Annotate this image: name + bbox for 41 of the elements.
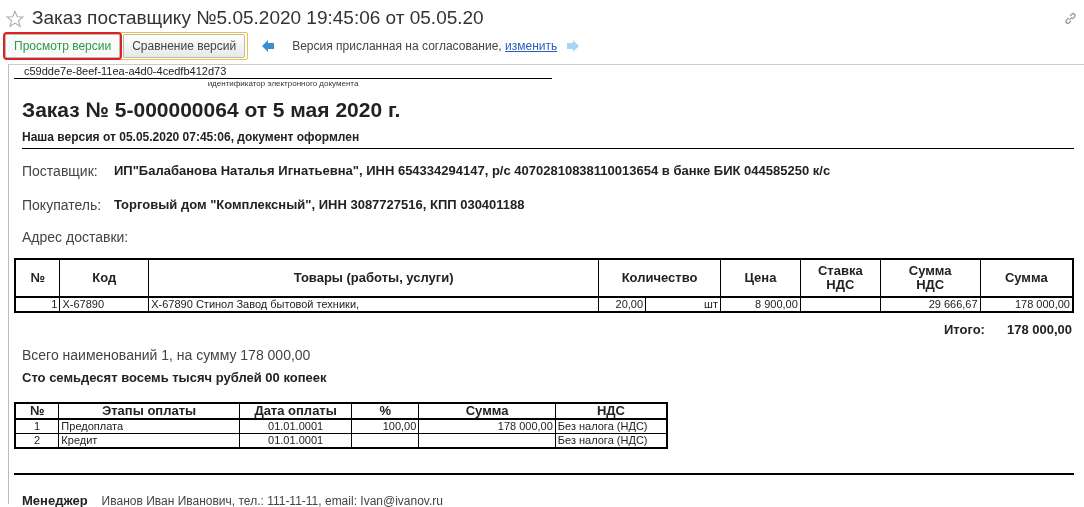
- star-icon[interactable]: [6, 9, 24, 28]
- column-header: Дата оплаты: [239, 402, 352, 419]
- manager-info: Иванов Иван Иванович, тел.: 111-11-11, email: Ivan@ivanov.ru: [101, 492, 443, 507]
- table-cell: Предоплата: [58, 418, 240, 433]
- document-title: Заказ № 5-000000064 от 5 мая 2020 г.: [22, 97, 402, 123]
- version-tab[interactable]: Сравнение версий: [123, 34, 246, 58]
- party-label: Поставщик:: [22, 161, 99, 181]
- window-title: Заказ поставщику №5.05.2020 19:45:06 от 05.05.20: [32, 6, 485, 31]
- party-label: Покупатель:: [22, 195, 103, 215]
- table-cell: 100,00: [351, 418, 419, 433]
- total-label: Итого:: [943, 320, 985, 339]
- column-header: Цена: [720, 258, 801, 297]
- left-arrow-icon[interactable]: [262, 40, 275, 52]
- column-header: №: [15, 402, 59, 419]
- column-header: %: [351, 402, 419, 419]
- delivery-label: Адрес доставки:: [22, 227, 130, 247]
- version-text: Версия присланная на согласование, изменить: [292, 38, 558, 55]
- amount-in-words: Сто семьдесят восемь тысяч рублей 00 копеек: [22, 369, 328, 387]
- party-value: ИП"Балабанова Наталья Игнатьевна", ИНН 654334294147, р/с 40702810838110013654 в банке БИК 044585250 к/с: [114, 161, 831, 180]
- column-header: Этапы оплаты: [58, 402, 240, 419]
- table-cell: 1: [15, 418, 59, 433]
- document-id: c59dde7e-8eef-11ea-a4d0-4cedfb412d73: [14, 65, 552, 79]
- column-header: Количество: [598, 258, 721, 297]
- version-subtitle: Наша версия от 05.05.2020 07:45:06, документ оформлен: [22, 127, 1074, 149]
- column-header: Сумма НДС: [880, 258, 981, 297]
- table-cell: 178 000,00: [418, 418, 556, 433]
- party-value: Торговый дом "Комплексный", ИНН 3087727516, КПП 030401188: [114, 195, 525, 214]
- link-icon[interactable]: [1063, 11, 1078, 26]
- column-header: Код: [59, 258, 149, 297]
- column-header: Сумма: [418, 402, 556, 419]
- id-caption: идентификатор электронного документа: [206, 79, 360, 89]
- table-cell: 01.01.0001: [239, 418, 352, 433]
- table-cell: X-67890 Стинол Завод бытовой техники,: [148, 296, 599, 312]
- manager-label: Менеджер: [22, 491, 88, 507]
- total-value: 178 000,00: [1006, 320, 1072, 339]
- column-header: Товары (работы, услуги): [148, 258, 599, 297]
- column-header: Ставка НДС: [800, 258, 881, 297]
- summary-text: Всего наименований 1, на сумму 178 000,00: [22, 346, 312, 365]
- change-link[interactable]: изменить: [505, 39, 558, 53]
- column-header: №: [15, 258, 60, 297]
- version-tab[interactable]: Просмотр версии: [5, 34, 121, 58]
